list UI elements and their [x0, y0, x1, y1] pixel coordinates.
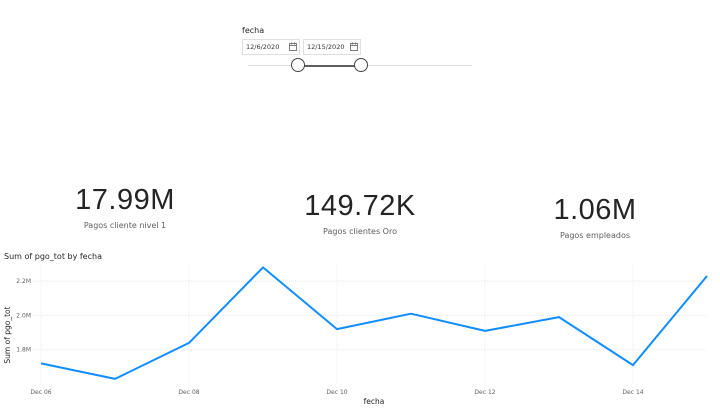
x-tick-label: Dec 08 — [178, 389, 199, 396]
card-pagos-cliente-nivel-1: 17.99M Pagos cliente nivel 1 — [55, 184, 195, 230]
x-tick-label: Dec 12 — [474, 389, 495, 396]
date-slicer: fecha 12/6/2020 12/15/2020 — [242, 26, 482, 76]
card-value: 1.06M — [553, 194, 637, 226]
calendar-icon[interactable] — [350, 42, 358, 51]
start-date-input[interactable]: 12/6/2020 — [242, 39, 300, 55]
grid-lines — [33, 264, 707, 384]
y-axis-title: Sum of pgo_tot — [3, 306, 12, 363]
card-value: 17.99M — [75, 184, 175, 216]
card-value: 149.72K — [304, 190, 416, 222]
slider-selected-range — [297, 65, 361, 67]
y-tick-label: 2.0M — [16, 312, 31, 319]
x-axis: Dec 06 Dec 08 Dec 10 Dec 12 Dec 14 — [30, 389, 643, 396]
x-tick-label: Dec 14 — [622, 389, 643, 396]
card-label: Pagos empleados — [559, 231, 631, 240]
card-label: Pagos clientes Oro — [323, 227, 397, 236]
y-tick-label: 2.2M — [16, 278, 31, 285]
series-line — [40, 266, 708, 380]
start-date-value: 12/6/2020 — [246, 43, 280, 51]
data-points — [40, 267, 708, 379]
card-label: Pagos cliente nivel 1 — [83, 221, 167, 230]
y-axis: 1.8M 2.0M 2.2M — [16, 278, 31, 354]
slider-end-handle[interactable] — [354, 58, 368, 72]
end-date-value: 12/15/2020 — [307, 43, 345, 51]
line-chart: 1.8M2.0M2.2M Dec 06 Dec 08 Dec 10 Dec 12 Dec… — [3, 264, 708, 406]
card-pagos-empleados: 1.06M Pagos empleados — [530, 194, 660, 240]
x-axis-title: fecha — [364, 397, 385, 406]
x-tick-label: Dec 06 — [30, 389, 51, 396]
slider-start-handle[interactable] — [291, 58, 305, 72]
end-date-input[interactable]: 12/15/2020 — [303, 39, 361, 55]
x-tick-label: Dec 10 — [326, 389, 347, 396]
card-pagos-clientes-oro: 149.72K Pagos clientes Oro — [285, 190, 435, 236]
y-tick-label: 1.8M — [16, 347, 31, 354]
calendar-icon[interactable] — [289, 42, 297, 51]
slicer-title: fecha — [242, 26, 265, 35]
